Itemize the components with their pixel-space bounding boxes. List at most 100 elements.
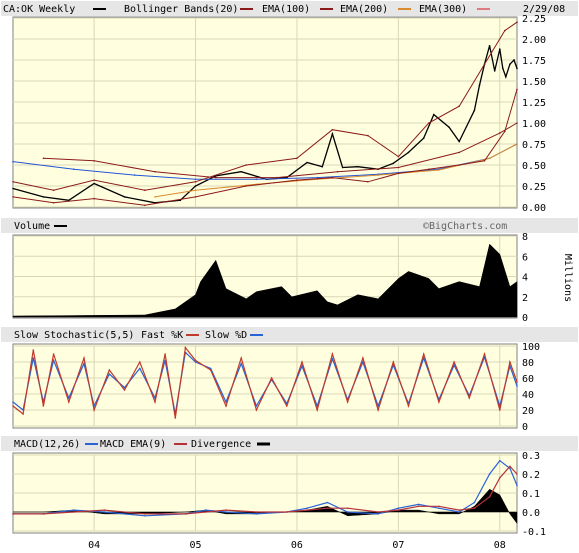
fast-k-line-point (52, 353, 55, 355)
macd-line-point (346, 511, 349, 513)
y-tick-label: 0.50 (522, 161, 546, 172)
macd-ema-line-point (346, 507, 349, 510)
bollinger-lower-line-point (397, 172, 400, 175)
bollinger-upper-line-point (52, 189, 55, 191)
ca-ok-weekly-line-point (12, 187, 14, 190)
macd-ema-line-point (458, 509, 461, 511)
macd-line-point (397, 507, 400, 510)
y-tick-label: 0.2 (522, 470, 540, 481)
macd-ema-line-point (255, 511, 258, 513)
macd-ema-line-point (103, 509, 106, 511)
bollinger-lower-line-point (516, 88, 518, 91)
stock-chart: CA:OK Weekly Bollinger Bands(20) EMA(100… (0, 0, 579, 553)
slow-d-line-point (240, 362, 242, 365)
ema-100-line-point (215, 176, 217, 179)
fast-k-line-point (483, 353, 486, 355)
bollinger-upper-line-point (428, 122, 430, 124)
x-tick-label: 07 (392, 540, 404, 551)
slow-d-line-point (32, 357, 35, 359)
x-tick-label: 06 (291, 540, 303, 551)
bollinger-lower-line-point (367, 181, 369, 183)
macd-line-point (417, 503, 420, 506)
y-tick-label: 1.00 (522, 119, 546, 130)
bollinger-upper-line-point (12, 181, 14, 183)
ema-100-line-point (154, 170, 156, 173)
slow-d-line-point (108, 373, 111, 375)
fast-k-line-point (83, 357, 85, 359)
ema-200-line-point (377, 174, 379, 176)
macd-ema-line-point (286, 511, 288, 513)
macd-line-point (204, 509, 207, 511)
ca-ok-weekly-line-point (306, 161, 308, 164)
ca-ok-weekly-line-point (93, 182, 95, 185)
bollinger-upper-line-point (296, 157, 298, 160)
ema300-legend-label: EMA(300) (419, 4, 467, 15)
slow-d-line-point (516, 385, 518, 387)
price-legend-title: CA:OK Weekly (3, 4, 75, 15)
ema-200-line-point (194, 189, 197, 191)
macd-line-point (458, 511, 461, 513)
stochastic-legend-title: Slow Stochastic(5,5) (14, 330, 134, 341)
fast-k-line-point (362, 357, 364, 359)
fast-k-line-point (438, 401, 440, 403)
macd-ema-line-point (204, 511, 207, 513)
ca-ok-weekly-line-point (473, 109, 476, 112)
ema-300-line-point (194, 178, 197, 181)
y-tick-label: 80 (522, 358, 534, 369)
ca-ok-weekly-line-point (357, 165, 359, 168)
y-tick-label: 2.00 (522, 35, 546, 46)
fast-k-line-point (346, 401, 349, 403)
fast-k-legend-label: Fast %K (141, 330, 183, 341)
macd-ema-line-point (438, 505, 440, 508)
macd-ema-line-point (473, 507, 476, 510)
y-tick-label: -0.1 (522, 527, 546, 538)
x-tick-label: 05 (190, 540, 202, 551)
fast-k-line-point (42, 405, 45, 407)
fast-k-line-point (422, 353, 425, 355)
y-tick-label: 8 (522, 232, 528, 243)
ema-100-line-point (275, 176, 278, 179)
bollinger-upper-line-point (458, 105, 461, 107)
fast-k-line-point (509, 361, 511, 363)
ema100-legend-label: EMA(100) (262, 4, 310, 15)
ca-ok-weekly-line-point (499, 48, 501, 50)
macd-line-point (473, 501, 476, 504)
macd-ema-line-point (488, 496, 491, 498)
bollinger-lower-line-point (458, 164, 461, 166)
ema-300-line-point (73, 168, 75, 170)
fast-k-line-point (316, 409, 319, 411)
watermark: ©BigCharts.com (423, 221, 507, 232)
bollinger-lower-line-point (12, 196, 14, 198)
ema-300-line-point (133, 174, 136, 176)
fast-k-line-point (174, 417, 177, 419)
y-tick-label: 4 (522, 273, 528, 284)
fast-k-line-point (22, 413, 24, 415)
macd-line-point (73, 509, 75, 511)
y-tick-label: 0.00 (522, 203, 546, 214)
bollinger-upper-line-point (516, 21, 518, 24)
y-tick-label: 1.25 (522, 98, 546, 109)
macd-ema-line-point (12, 513, 14, 515)
ca-ok-weekly-line-point (123, 196, 126, 198)
macd-legend-title: MACD(12,26) (14, 439, 80, 450)
macd-line-point (103, 511, 106, 513)
fast-k-line-point (407, 405, 410, 407)
bollinger-upper-line-point (245, 164, 247, 166)
y-tick-label: 0.75 (522, 140, 546, 151)
ema-100-line-point (458, 151, 461, 154)
bollinger-lower-line-point (504, 130, 506, 133)
macd-ema-line-point (417, 505, 420, 508)
bollinger-lower-line-point (483, 160, 486, 162)
y-tick-label: 20 (522, 406, 534, 417)
ema-300-line-point (12, 160, 14, 163)
fast-k-line-point (164, 353, 166, 355)
y-tick-label: 0.0 (522, 508, 540, 519)
x-tick-label: 08 (494, 540, 506, 551)
bollinger-upper-line-point (194, 181, 197, 183)
fast-k-line-point (123, 389, 126, 391)
y-tick-label: 60 (522, 374, 534, 385)
macd-ema-line-point (377, 511, 379, 513)
fast-k-line-point (108, 369, 111, 371)
ema-200-line-point (438, 169, 440, 171)
ca-ok-weekly-line-point (505, 76, 507, 78)
